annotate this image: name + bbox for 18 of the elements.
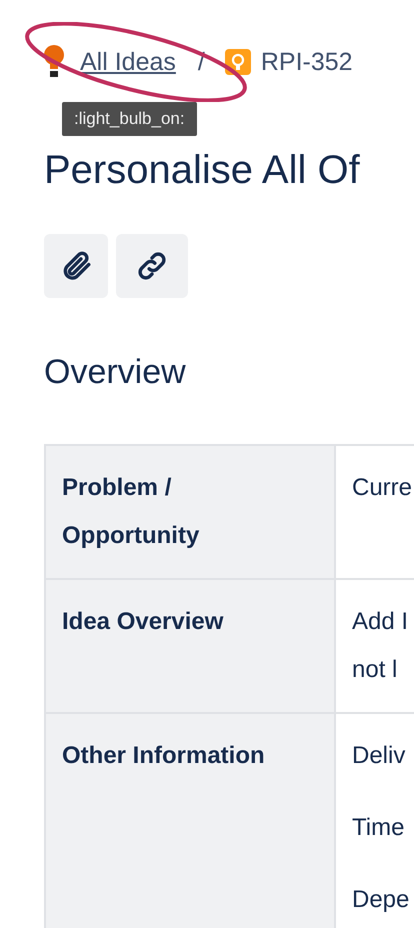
table-cell-text: Deliv: [352, 741, 406, 771]
link-button[interactable]: [116, 234, 188, 298]
row-header: Problem / Opportunity: [45, 445, 335, 579]
attach-button[interactable]: [44, 234, 108, 298]
table-cell-text: Time: [352, 813, 406, 843]
tooltip: :light_bulb_on:: [62, 102, 197, 136]
section-heading: Overview: [44, 352, 187, 393]
row-header: Idea Overview: [45, 579, 335, 713]
table-cell-text: Curre: [352, 473, 414, 503]
table-cell-text: not l: [352, 655, 398, 685]
page-title: Personalise All Of: [44, 147, 361, 194]
light-bulb-icon: [44, 45, 64, 79]
light-bulb-icon: [224, 49, 251, 75]
breadcrumb-current: RPI-352: [260, 48, 353, 76]
row-header: Other Information: [45, 713, 335, 928]
table-cell-text: Depe: [352, 885, 410, 915]
table-cell-text: Add I: [352, 607, 410, 637]
breadcrumb-link[interactable]: All Ideas: [80, 48, 176, 76]
